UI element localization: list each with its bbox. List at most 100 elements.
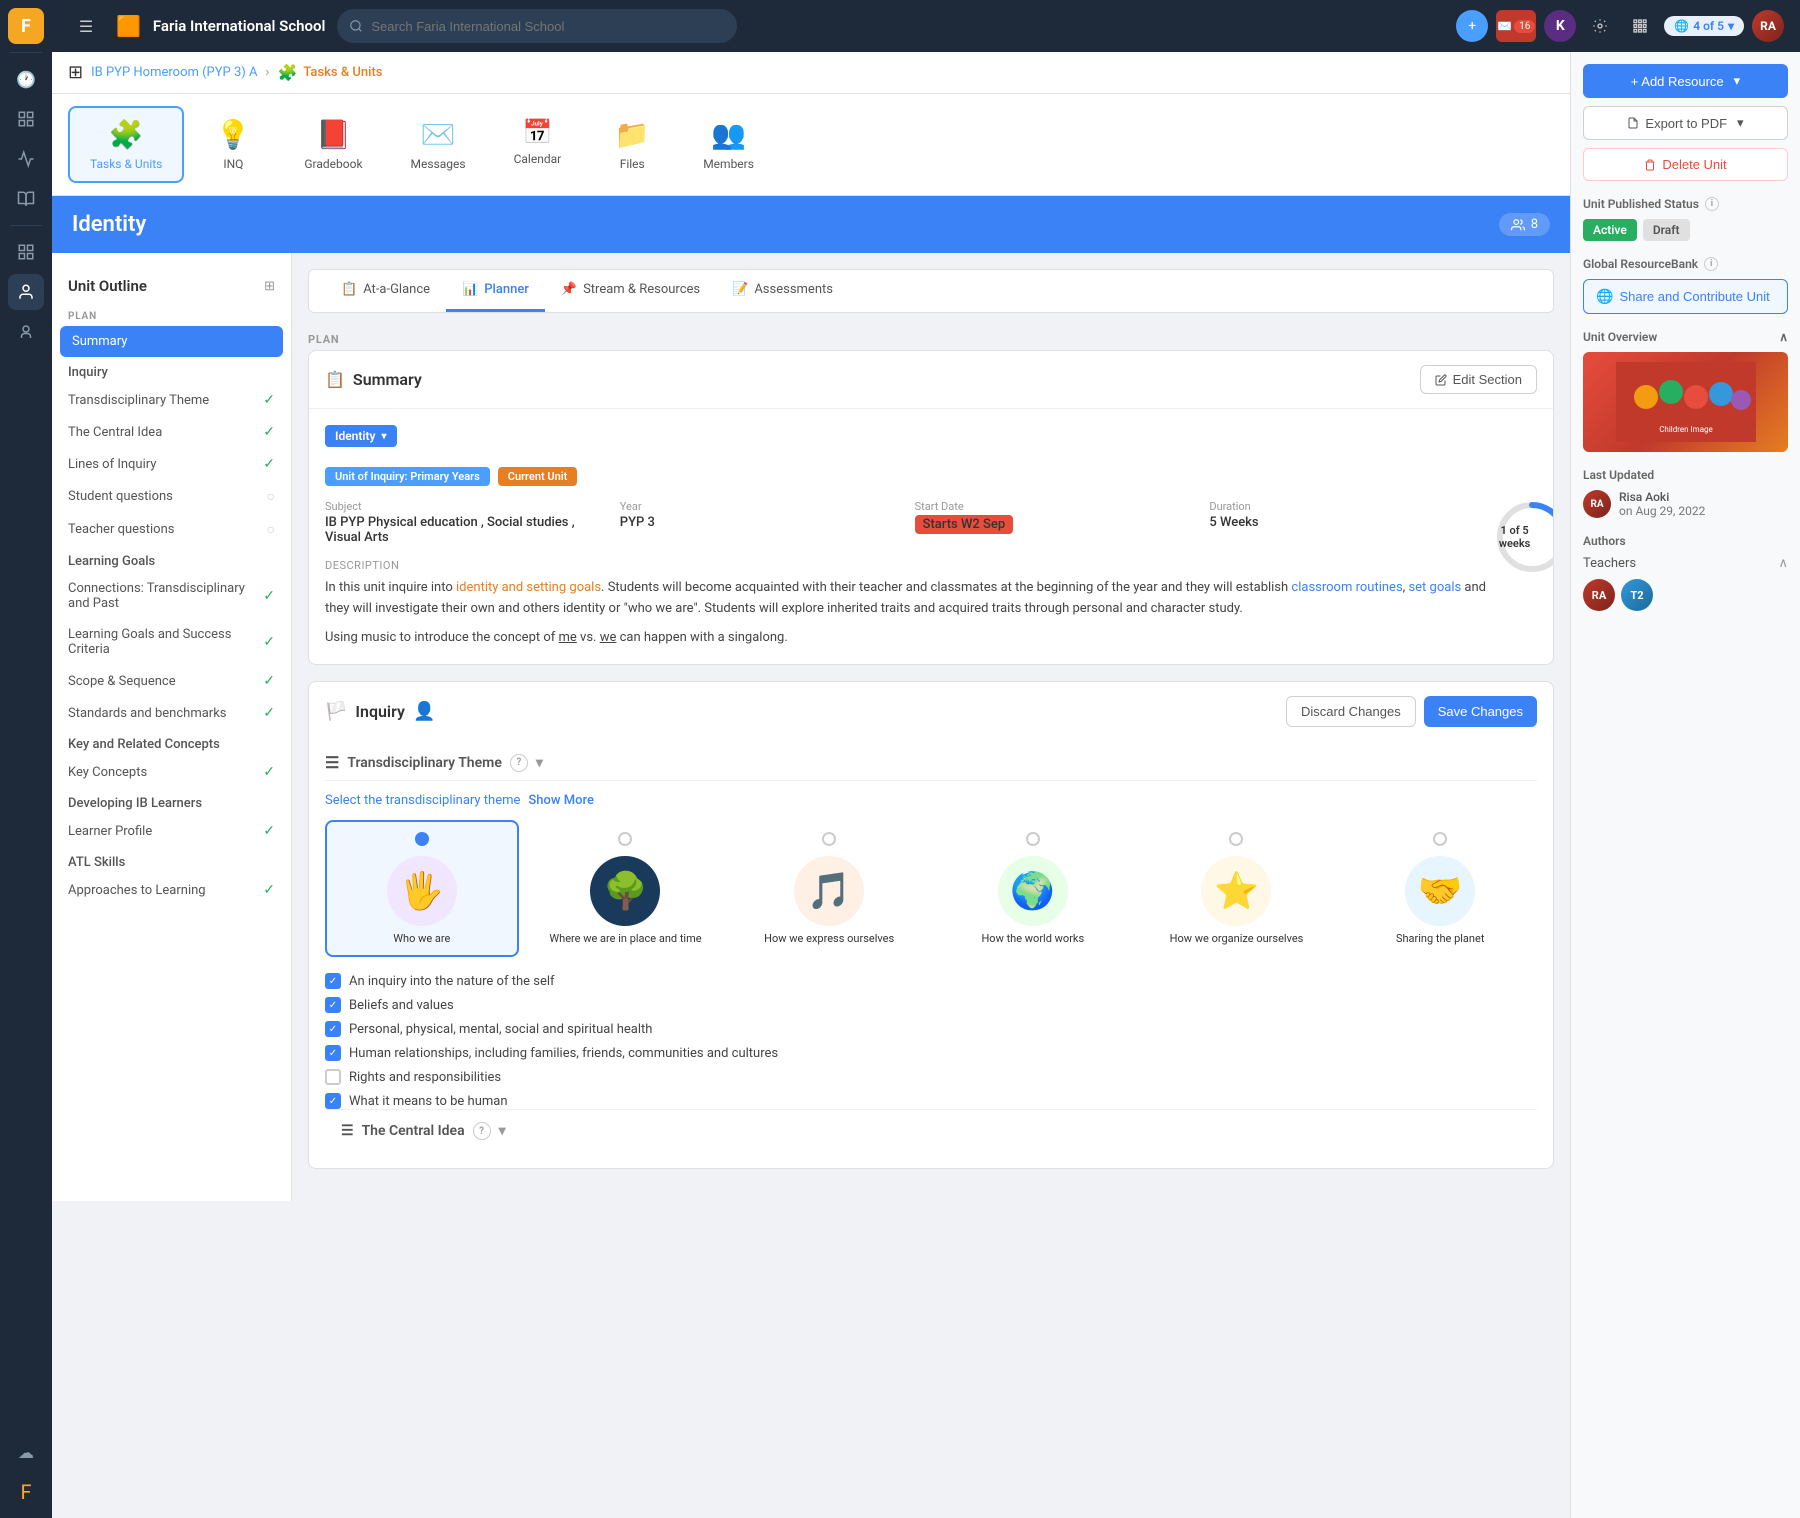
ci-dropdown[interactable]: ▾ bbox=[499, 1123, 506, 1139]
show-more-link[interactable]: Show More bbox=[528, 793, 594, 808]
central-idea-section: ☰ The Central Idea ? ▾ bbox=[325, 1109, 1537, 1152]
authors-collapse-arrow[interactable]: ∧ bbox=[1778, 556, 1788, 571]
outline-item-approaches[interactable]: Approaches to Learning ✓ bbox=[52, 874, 291, 906]
outline-item-trans-theme[interactable]: Transdisciplinary Theme ✓ bbox=[52, 384, 291, 416]
check-connections: ✓ bbox=[263, 588, 275, 604]
theme-radio-who bbox=[415, 832, 429, 846]
nav-chart[interactable] bbox=[8, 141, 44, 177]
tab-assessments[interactable]: 📝 Assessments bbox=[716, 270, 849, 312]
search-bar[interactable] bbox=[337, 9, 737, 43]
cb-1[interactable]: ✓ bbox=[325, 973, 341, 989]
meta-duration: Duration 5 Weeks bbox=[1209, 500, 1492, 545]
breadcrumb-current[interactable]: 🧩 Tasks & Units bbox=[277, 63, 382, 82]
nav-clock[interactable]: 🕐 bbox=[8, 61, 44, 97]
check-icon-trans: ✓ bbox=[263, 392, 275, 408]
tab-gradebook[interactable]: 📕 Gradebook bbox=[282, 106, 384, 183]
edit-section-button[interactable]: Edit Section bbox=[1420, 365, 1537, 394]
tab-planner[interactable]: 📊 Planner bbox=[446, 270, 545, 312]
global-resource-info[interactable]: i bbox=[1704, 257, 1718, 271]
meta-grid: Subject IB PYP Physical education , Soci… bbox=[325, 500, 1492, 545]
outline-header: Unit Outline ⊞ bbox=[52, 269, 291, 303]
settings-button[interactable] bbox=[1584, 10, 1616, 42]
tab-stream-resources[interactable]: 📌 Stream & Resources bbox=[545, 270, 716, 312]
tab-inq[interactable]: 💡 INQ bbox=[188, 106, 278, 183]
current-unit-badge: Current Unit bbox=[498, 467, 578, 486]
overview-collapse[interactable]: ∧ bbox=[1779, 330, 1788, 344]
theme-checkboxes: ✓ An inquiry into the nature of the self… bbox=[325, 973, 1537, 1109]
check-approaches: ✓ bbox=[263, 882, 275, 898]
cb-2[interactable]: ✓ bbox=[325, 997, 341, 1013]
outline-item-learning-goals-criteria[interactable]: Learning Goals and Success Criteria ✓ bbox=[52, 619, 291, 665]
theme-who-we-are[interactable]: 🖐️ Who we are bbox=[325, 820, 519, 957]
highlight-routines: classroom routines bbox=[1291, 580, 1402, 595]
outline-item-central-idea[interactable]: The Central Idea ✓ bbox=[52, 416, 291, 448]
outline-item-teacher-questions[interactable]: Teacher questions ○ bbox=[52, 513, 291, 546]
app-logo[interactable]: F bbox=[8, 8, 44, 44]
nav-home[interactable] bbox=[8, 101, 44, 137]
status-active-badge: Active bbox=[1583, 219, 1637, 241]
theme-how-express[interactable]: 🎵 How we express ourselves bbox=[732, 820, 926, 957]
cb-item-1: ✓ An inquiry into the nature of the self bbox=[325, 973, 1537, 989]
author-avatar-1: RA bbox=[1583, 579, 1615, 611]
ci-help-icon[interactable]: ? bbox=[473, 1122, 491, 1140]
nav-faria-icon[interactable]: F bbox=[8, 1474, 44, 1510]
theme-how-world[interactable]: 🌍 How the world works bbox=[936, 820, 1130, 957]
nav-book[interactable] bbox=[8, 181, 44, 217]
discard-changes-button[interactable]: Discard Changes bbox=[1286, 696, 1416, 727]
center-panel: ⊞ IB PYP Homeroom (PYP 3) A › 🧩 Tasks & … bbox=[52, 52, 1570, 1518]
tab-at-a-glance[interactable]: 📋 At-a-Glance bbox=[325, 270, 446, 312]
outline-item-learner-profile[interactable]: Learner Profile ✓ bbox=[52, 815, 291, 847]
check-icon-teacher: ○ bbox=[267, 521, 275, 538]
outline-item-standards[interactable]: Standards and benchmarks ✓ bbox=[52, 697, 291, 729]
unit-published-section: Unit Published Status i Active Draft bbox=[1583, 197, 1788, 241]
add-resource-button[interactable]: + Add Resource ▾ bbox=[1583, 64, 1788, 98]
tab-members[interactable]: 👥 Members bbox=[681, 106, 776, 183]
theme-sharing[interactable]: 🤝 Sharing the planet bbox=[1343, 820, 1537, 957]
nav-user-active[interactable] bbox=[8, 274, 44, 310]
nav-grid[interactable] bbox=[8, 234, 44, 270]
theme-how-organize[interactable]: ⭐ How we organize ourselves bbox=[1140, 820, 1334, 957]
help-icon[interactable]: ? bbox=[510, 754, 528, 772]
export-pdf-button[interactable]: Export to PDF ▾ bbox=[1583, 106, 1788, 140]
outline-item-scope-sequence[interactable]: Scope & Sequence ✓ bbox=[52, 665, 291, 697]
cb-3[interactable]: ✓ bbox=[325, 1021, 341, 1037]
check-learning-goals: ✓ bbox=[263, 634, 275, 650]
outline-item-student-questions[interactable]: Student questions ○ bbox=[52, 480, 291, 513]
cb-6[interactable]: ✓ bbox=[325, 1093, 341, 1109]
outline-toggle-icon[interactable]: ⊞ bbox=[264, 279, 275, 294]
plan-section-label: PLAN bbox=[52, 303, 291, 326]
nav-cloud[interactable]: ☁ bbox=[8, 1434, 44, 1470]
global-resource-section: Global ResourceBank i 🌐 Share and Contri… bbox=[1583, 257, 1788, 314]
outline-item-summary[interactable]: Summary bbox=[60, 326, 283, 357]
outline-item-key-concepts[interactable]: Key Concepts ✓ bbox=[52, 756, 291, 788]
outline-item-lines-inquiry[interactable]: Lines of Inquiry ✓ bbox=[52, 448, 291, 480]
tab-calendar[interactable]: 📅 Calendar bbox=[492, 106, 584, 183]
breadcrumb-parent[interactable]: IB PYP Homeroom (PYP 3) A bbox=[91, 65, 257, 80]
cb-5[interactable] bbox=[325, 1069, 341, 1085]
outline-item-connections[interactable]: Connections: Transdisciplinary and Past … bbox=[52, 573, 291, 619]
search-input[interactable] bbox=[371, 19, 725, 34]
unit-published-info[interactable]: i bbox=[1705, 197, 1719, 211]
user-avatar[interactable]: RA bbox=[1752, 10, 1784, 42]
theme-where-we-are[interactable]: 🌳 Where we are in place and time bbox=[529, 820, 723, 957]
hamburger-icon[interactable]: ☰ bbox=[68, 8, 104, 44]
desc-label: Description bbox=[325, 559, 1492, 572]
inquiry-section-label: Inquiry bbox=[52, 357, 291, 384]
apps-button[interactable] bbox=[1624, 10, 1656, 42]
save-changes-button[interactable]: Save Changes bbox=[1424, 696, 1537, 727]
version-badge[interactable]: 🌐 4 of 5 ▾ bbox=[1664, 16, 1744, 36]
tab-files[interactable]: 📁 Files bbox=[587, 106, 677, 183]
cb-4[interactable]: ✓ bbox=[325, 1045, 341, 1061]
learning-goals-label: Learning Goals bbox=[52, 546, 291, 573]
tab-tasks-units[interactable]: 🧩 Tasks & Units bbox=[68, 106, 184, 183]
nav-person[interactable] bbox=[8, 314, 44, 350]
description-text: In this unit inquire into identity and s… bbox=[325, 578, 1492, 620]
dropdown-arrow[interactable]: ▾ bbox=[536, 755, 543, 771]
mail-button[interactable]: ✉️ 16 bbox=[1496, 10, 1536, 42]
add-button[interactable]: + bbox=[1456, 10, 1488, 42]
authors-avatars: RA T2 bbox=[1583, 579, 1788, 611]
delete-unit-button[interactable]: Delete Unit bbox=[1583, 148, 1788, 181]
share-contribute-button[interactable]: 🌐 Share and Contribute Unit bbox=[1583, 279, 1788, 314]
profile-k-button[interactable]: K bbox=[1544, 10, 1576, 42]
tab-messages[interactable]: ✉️ Messages bbox=[389, 106, 488, 183]
